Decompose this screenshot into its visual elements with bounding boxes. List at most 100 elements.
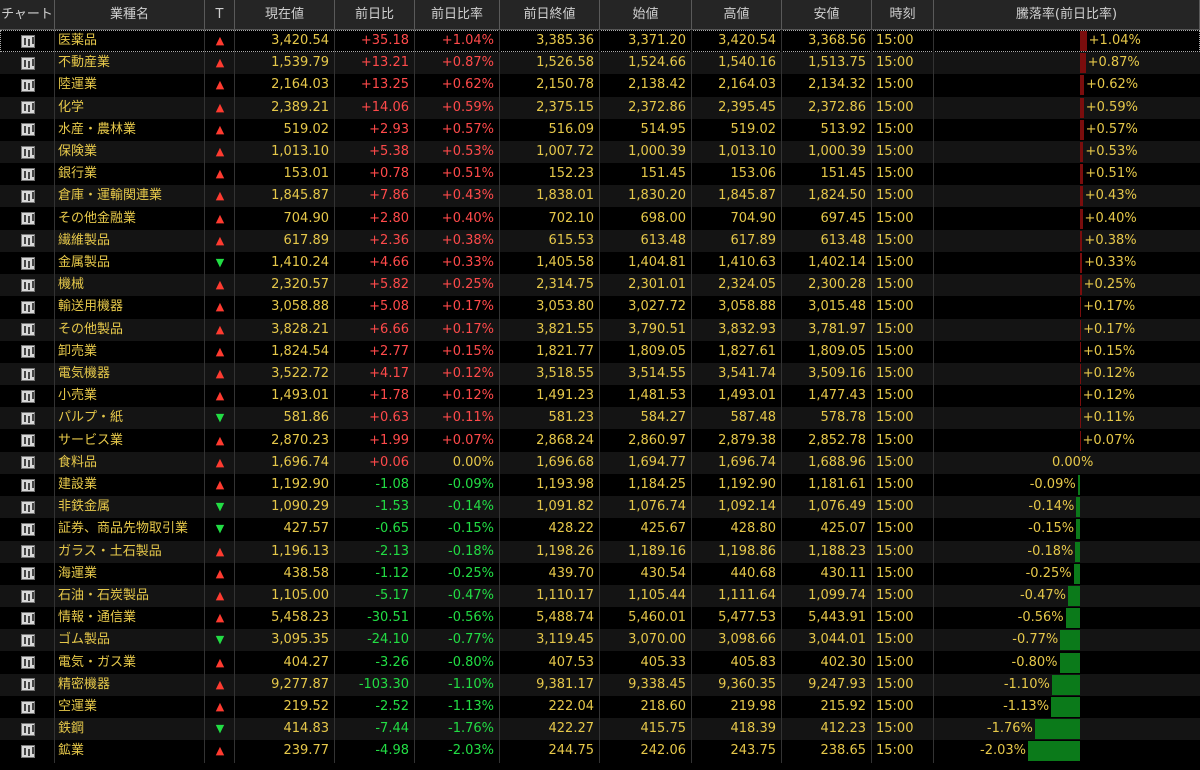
candlestick-chart-icon[interactable]	[20, 545, 35, 559]
sector-name[interactable]: 電気・ガス業	[55, 652, 205, 674]
candlestick-chart-icon[interactable]	[20, 411, 35, 425]
sector-name[interactable]: 電気機器	[55, 363, 205, 385]
candlestick-chart-icon[interactable]	[20, 522, 35, 536]
sector-name[interactable]: 石油・石炭製品	[55, 585, 205, 607]
column-header-high[interactable]: 高値	[692, 0, 782, 29]
sector-name[interactable]: 医薬品	[55, 30, 205, 52]
candlestick-chart-icon[interactable]	[20, 744, 35, 758]
candlestick-chart-icon[interactable]	[20, 678, 35, 692]
column-header-prev-close[interactable]: 前日終値	[500, 0, 600, 29]
sector-name[interactable]: 海運業	[55, 563, 205, 585]
sector-name[interactable]: 不動産業	[55, 52, 205, 74]
candlestick-chart-icon[interactable]	[20, 123, 35, 137]
table-row[interactable]: 陸運業 ▲ 2,164.03 +13.25 +0.62% 2,150.78 2,138.42…	[0, 74, 1200, 96]
chart-button[interactable]	[0, 30, 55, 52]
chart-button[interactable]	[0, 74, 55, 96]
table-row[interactable]: 建設業 ▲ 1,192.90 -1.08 -0.09% 1,193.98 1,184.25 1…	[0, 474, 1200, 496]
sector-name[interactable]: 小売業	[55, 385, 205, 407]
table-row[interactable]: 非鉄金属 ▼ 1,090.29 -1.53 -0.14% 1,091.82 1,076.74…	[0, 496, 1200, 519]
table-row[interactable]: パルプ・紙 ▼ 581.86 +0.63 +0.11% 581.23 584.27 587.4…	[0, 407, 1200, 430]
chart-button[interactable]	[0, 696, 55, 718]
chart-button[interactable]	[0, 674, 55, 696]
chart-button[interactable]	[0, 119, 55, 141]
candlestick-chart-icon[interactable]	[20, 56, 35, 70]
table-row[interactable]: 情報・通信業 ▲ 5,458.23 -30.51 -0.56% 5,488.74 5,460…	[0, 607, 1200, 629]
sector-name[interactable]: 精密機器	[55, 674, 205, 696]
candlestick-chart-icon[interactable]	[20, 567, 35, 581]
sector-name[interactable]: 金属製品	[55, 252, 205, 274]
table-row[interactable]: 水産・農林業 ▲ 519.02 +2.93 +0.57% 516.09 514.95 519.…	[0, 119, 1200, 141]
table-row[interactable]: 電気・ガス業 ▲ 404.27 -3.26 -0.80% 407.53 405.33 405.…	[0, 652, 1200, 674]
sector-name[interactable]: 倉庫・運輸関連業	[55, 185, 205, 207]
candlestick-chart-icon[interactable]	[20, 256, 35, 270]
chart-button[interactable]	[0, 274, 55, 296]
candlestick-chart-icon[interactable]	[20, 434, 35, 448]
sector-name[interactable]: 食料品	[55, 452, 205, 474]
chart-button[interactable]	[0, 319, 55, 341]
table-row[interactable]: 金属製品 ▼ 1,410.24 +4.66 +0.33% 1,405.58 1,404.81…	[0, 252, 1200, 274]
candlestick-chart-icon[interactable]	[20, 611, 35, 625]
sector-name[interactable]: 証券、商品先物取引業	[55, 518, 205, 540]
sector-name[interactable]: 水産・農林業	[55, 119, 205, 141]
chart-button[interactable]	[0, 185, 55, 207]
candlestick-chart-icon[interactable]	[20, 367, 35, 381]
column-header-chart[interactable]: チャート	[0, 0, 55, 29]
table-row[interactable]: その他製品 ▲ 3,828.21 +6.66 +0.17% 3,821.55 3,790.5…	[0, 318, 1200, 341]
table-row[interactable]: ガラス・土石製品 ▲ 1,196.13 -2.13 -0.18% 1,198.26 1,18…	[0, 540, 1200, 563]
chart-button[interactable]	[0, 740, 55, 762]
chart-button[interactable]	[0, 629, 55, 651]
table-row[interactable]: 保険業 ▲ 1,013.10 +5.38 +0.53% 1,007.72 1,000.39 1…	[0, 141, 1200, 163]
chart-button[interactable]	[0, 385, 55, 407]
chart-button[interactable]	[0, 208, 55, 230]
chart-button[interactable]	[0, 163, 55, 185]
sector-name[interactable]: 機械	[55, 274, 205, 296]
candlestick-chart-icon[interactable]	[20, 500, 35, 514]
sector-name[interactable]: その他製品	[55, 319, 205, 341]
column-header-change[interactable]: 前日比	[335, 0, 415, 29]
candlestick-chart-icon[interactable]	[20, 456, 35, 470]
column-header-low[interactable]: 安値	[782, 0, 872, 29]
column-header-sector-name[interactable]: 業種名	[55, 0, 205, 29]
table-row[interactable]: 鉄鋼 ▼ 414.83 -7.44 -1.76% 422.27 415.75 418.39 41…	[0, 718, 1200, 741]
candlestick-chart-icon[interactable]	[20, 278, 35, 292]
table-row[interactable]: その他金融業 ▲ 704.90 +2.80 +0.40% 702.10 698.00 704.…	[0, 208, 1200, 230]
sector-name[interactable]: 繊維製品	[55, 230, 205, 252]
column-header-change-rate[interactable]: 前日比率	[415, 0, 500, 29]
candlestick-chart-icon[interactable]	[20, 323, 35, 337]
table-row[interactable]: 倉庫・運輸関連業 ▲ 1,845.87 +7.86 +0.43% 1,838.01 1,83…	[0, 185, 1200, 208]
column-header-rate-bar[interactable]: 騰落率(前日比率)	[934, 0, 1200, 29]
chart-button[interactable]	[0, 718, 55, 740]
table-row[interactable]: 電気機器 ▲ 3,522.72 +4.17 +0.12% 3,518.55 3,514.55…	[0, 363, 1200, 385]
sector-name[interactable]: ゴム製品	[55, 629, 205, 651]
table-row[interactable]: 石油・石炭製品 ▲ 1,105.00 -5.17 -0.47% 1,110.17 1,105…	[0, 585, 1200, 607]
candlestick-chart-icon[interactable]	[20, 633, 35, 647]
table-row[interactable]: 鉱業 ▲ 239.77 -4.98 -2.03% 244.75 242.06 243.75 23…	[0, 740, 1200, 762]
chart-button[interactable]	[0, 141, 55, 163]
table-row[interactable]: 不動産業 ▲ 1,539.79 +13.21 +0.87% 1,526.58 1,524.6…	[0, 52, 1200, 75]
chart-button[interactable]	[0, 52, 55, 74]
table-row[interactable]: 精密機器 ▲ 9,277.87 -103.30 -1.10% 9,381.17 9,338.…	[0, 673, 1200, 696]
candlestick-chart-icon[interactable]	[20, 167, 35, 181]
chart-button[interactable]	[0, 496, 55, 518]
chart-button[interactable]	[0, 363, 55, 385]
chart-button[interactable]	[0, 585, 55, 607]
chart-button[interactable]	[0, 230, 55, 252]
table-row[interactable]: 繊維製品 ▲ 617.89 +2.36 +0.38% 615.53 613.48 617.89…	[0, 229, 1200, 252]
column-header-current-price[interactable]: 現在値	[235, 0, 335, 29]
table-row[interactable]: 卸売業 ▲ 1,824.54 +2.77 +0.15% 1,821.77 1,809.05 1…	[0, 341, 1200, 363]
sector-name[interactable]: その他金融業	[55, 208, 205, 230]
candlestick-chart-icon[interactable]	[20, 78, 35, 92]
chart-button[interactable]	[0, 430, 55, 452]
sector-name[interactable]: 建設業	[55, 474, 205, 496]
sector-name[interactable]: ガラス・土石製品	[55, 541, 205, 563]
candlestick-chart-icon[interactable]	[20, 145, 35, 159]
chart-button[interactable]	[0, 452, 55, 474]
sector-name[interactable]: 陸運業	[55, 74, 205, 96]
candlestick-chart-icon[interactable]	[20, 389, 35, 403]
candlestick-chart-icon[interactable]	[20, 589, 35, 603]
candlestick-chart-icon[interactable]	[20, 700, 35, 714]
sector-name[interactable]: 輸送用機器	[55, 296, 205, 318]
table-row[interactable]: サービス業 ▲ 2,870.23 +1.99 +0.07% 2,868.24 2,860.9…	[0, 430, 1200, 452]
sector-name[interactable]: 鉄鋼	[55, 718, 205, 740]
sector-name[interactable]: 非鉄金属	[55, 496, 205, 518]
